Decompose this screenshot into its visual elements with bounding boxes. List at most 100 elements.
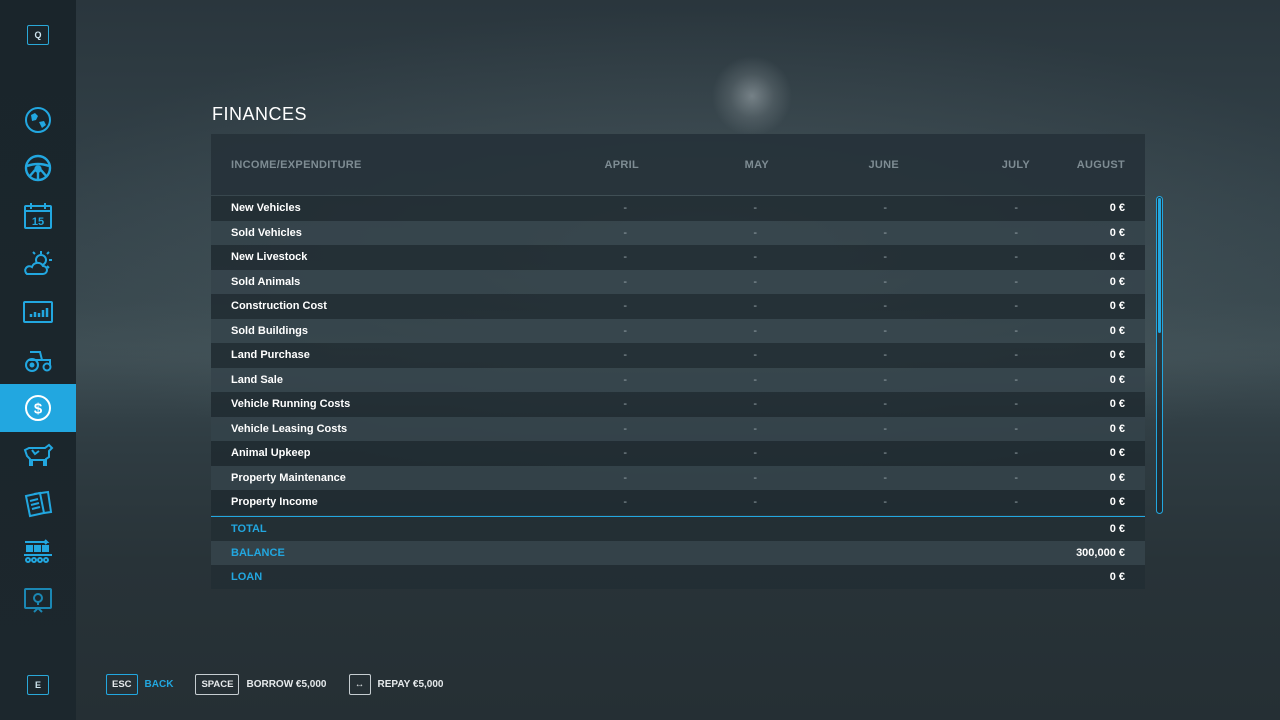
cell-month-2: - <box>753 275 757 288</box>
cell-august: 0 € <box>1109 471 1125 484</box>
cell-august: 0 € <box>1109 300 1125 313</box>
summary-label: BALANCE <box>231 546 285 559</box>
summary-label: LOAN <box>231 570 263 583</box>
cell-month-2: - <box>753 349 757 362</box>
table-body: New Vehicles - - - -0 € Sold Vehicles - - - -0 € N… <box>211 196 1145 515</box>
table-row: Sold Vehicles - - - - 0 € <box>211 220 1145 245</box>
cell-month-3: - <box>883 349 887 362</box>
cell-month-2: - <box>753 398 757 411</box>
key-e-badge[interactable]: E <box>27 675 49 695</box>
cell-month-3: - <box>883 398 887 411</box>
cell-month-3: - <box>883 202 887 215</box>
cell-month-3: - <box>883 251 887 264</box>
row-label: New Vehicles <box>231 202 301 215</box>
sidebar-item-calendar[interactable]: 15 <box>0 192 76 240</box>
scrollbar-thumb[interactable] <box>1158 198 1161 333</box>
row-label: Vehicle Leasing Costs <box>231 422 348 435</box>
summary-row-balance: BALANCE 300,000 € <box>211 540 1145 565</box>
sidebar-item-weather[interactable] <box>0 240 76 288</box>
cell-month-1: - <box>623 398 627 411</box>
cell-month-3: - <box>883 300 887 313</box>
repay-button[interactable]: ↔ REPAY €5,000 <box>348 673 444 695</box>
table-row: Sold Animals - - - - 0 € <box>211 269 1145 294</box>
cell-month-4: - <box>1014 471 1018 484</box>
cell-month-1: - <box>623 275 627 288</box>
globe-map-icon <box>25 107 51 133</box>
summary-value: 300,000 € <box>1076 546 1125 559</box>
sidebar-item-finances[interactable]: $ <box>0 384 76 432</box>
back-button[interactable]: ESC BACK <box>106 673 174 695</box>
production-chain-icon <box>24 539 52 563</box>
sidebar-item-tractor[interactable] <box>0 336 76 384</box>
cell-month-1: - <box>623 373 627 386</box>
space-key-badge: SPACE <box>195 673 240 695</box>
cell-month-4: - <box>1014 275 1018 288</box>
cell-month-3: - <box>883 275 887 288</box>
cell-month-4: - <box>1014 349 1018 362</box>
cell-month-3: - <box>883 422 887 435</box>
tractor-icon <box>25 351 52 372</box>
cell-month-2: - <box>753 251 757 264</box>
table-row: Property Maintenance - - - - 0 € <box>211 465 1145 490</box>
borrow-button[interactable]: SPACE BORROW €5,000 <box>195 673 327 695</box>
sidebar-item-map[interactable] <box>0 96 76 144</box>
row-label: New Livestock <box>231 251 308 264</box>
cell-month-2: - <box>753 373 757 386</box>
cell-month-2: - <box>753 226 757 239</box>
table-row: Sold Buildings - - - - 0 € <box>211 318 1145 343</box>
cell-month-4: - <box>1014 447 1018 460</box>
cell-month-1: - <box>623 226 627 239</box>
cell-month-1: - <box>623 300 627 313</box>
sidebar-item-vehicles[interactable] <box>0 144 76 192</box>
cell-month-3: - <box>883 471 887 484</box>
sidebar: Q 15 $ E <box>0 0 76 720</box>
table-row: Land Purchase - - - - 0 € <box>211 343 1145 368</box>
cell-month-4: - <box>1014 251 1018 264</box>
header-april: APRIL <box>604 158 639 171</box>
sidebar-item-animals[interactable] <box>0 432 76 480</box>
row-label: Land Purchase <box>231 349 310 362</box>
summary-value: 0 € <box>1109 570 1125 583</box>
row-label: Sold Animals <box>231 275 301 288</box>
summary-label: TOTAL <box>231 522 267 535</box>
table-header: INCOME/EXPENDITURE APRIL MAY JUNE JULY A… <box>211 134 1145 195</box>
table-row: New Vehicles - - - - 0 € <box>211 196 1145 221</box>
sidebar-item-help[interactable] <box>0 576 76 624</box>
repay-label: REPAY €5,000 <box>377 678 444 690</box>
table-row: New Livestock - - - - 0 € <box>211 245 1145 270</box>
input-hints-bar: ESC BACK SPACE BORROW €5,000 ↔ REPAY €5,… <box>106 673 465 695</box>
cell-month-1: - <box>623 422 627 435</box>
cell-month-3: - <box>883 373 887 386</box>
row-label: Property Income <box>231 496 318 509</box>
cell-august: 0 € <box>1109 398 1125 411</box>
cell-month-4: - <box>1014 226 1018 239</box>
back-label: BACK <box>144 678 174 690</box>
row-label: Sold Buildings <box>231 324 308 337</box>
cell-month-1: - <box>623 251 627 264</box>
cell-month-1: - <box>623 496 627 509</box>
cell-august: 0 € <box>1109 447 1125 460</box>
arrow-keys-icon: ↔ <box>348 673 371 695</box>
header-may: MAY <box>744 158 769 171</box>
sidebar-item-contracts[interactable] <box>0 480 76 528</box>
cell-month-2: - <box>753 300 757 313</box>
page-title: FINANCES <box>212 104 308 124</box>
cell-month-4: - <box>1014 300 1018 313</box>
cell-month-3: - <box>883 447 887 460</box>
cell-august: 0 € <box>1109 324 1125 337</box>
cell-month-4: - <box>1014 496 1018 509</box>
cell-august: 0 € <box>1109 349 1125 362</box>
header-income-expenditure: INCOME/EXPENDITURE <box>231 158 362 171</box>
cell-month-3: - <box>883 496 887 509</box>
table-scrollbar[interactable] <box>1156 196 1163 514</box>
finances-table: INCOME/EXPENDITURE APRIL MAY JUNE JULY A… <box>211 134 1145 589</box>
key-q-badge[interactable]: Q <box>27 25 49 45</box>
sidebar-item-production[interactable] <box>0 528 76 576</box>
cell-month-2: - <box>753 324 757 337</box>
summary-value: 0 € <box>1109 522 1125 535</box>
calendar-icon: 15 <box>24 203 52 229</box>
contracts-icon <box>24 490 53 518</box>
sidebar-item-prices[interactable] <box>0 288 76 336</box>
cell-month-3: - <box>883 324 887 337</box>
cell-month-1: - <box>623 202 627 215</box>
